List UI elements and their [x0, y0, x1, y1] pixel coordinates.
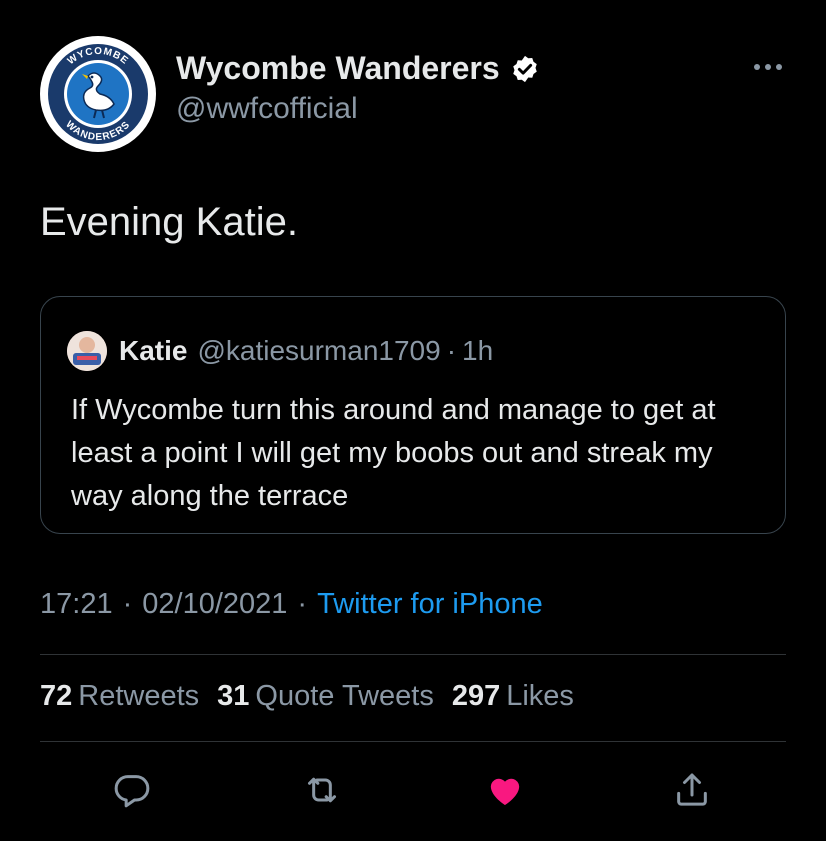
author-avatar[interactable]: WYCOMBE WANDERERS	[40, 36, 156, 152]
quoted-author-name[interactable]: Katie	[119, 335, 187, 367]
quote-tweets-stat[interactable]: 31 Quote Tweets	[217, 680, 434, 713]
quoted-avatar-image	[67, 331, 107, 371]
quoted-author-avatar[interactable]	[67, 331, 107, 371]
tweet-text: Evening Katie.	[40, 200, 298, 244]
meta-separator: ·	[122, 588, 133, 620]
likes-stat[interactable]: 297 Likes	[452, 680, 574, 713]
quoted-tweet-header: Katie @katiesurman1709 · 1h	[67, 331, 493, 371]
likes-count: 297	[451, 680, 501, 712]
author-name[interactable]: Wycombe Wanderers	[176, 50, 500, 87]
quote-tweets-label: Quote Tweets	[255, 680, 434, 712]
reply-icon[interactable]	[112, 770, 152, 810]
quoted-tweet-text: If Wycombe turn this around and manage t…	[71, 394, 716, 512]
tweet-stats: 72 Retweets 31 Quote Tweets 297 Likes	[40, 680, 592, 713]
divider	[40, 654, 786, 655]
like-icon[interactable]	[485, 770, 525, 810]
retweets-stat[interactable]: 72 Retweets	[40, 680, 199, 713]
retweets-count: 72	[40, 680, 73, 712]
author-name-row[interactable]: Wycombe Wanderers	[176, 50, 540, 87]
meta-separator: ·	[297, 588, 308, 620]
retweets-label: Retweets	[78, 680, 200, 712]
club-crest-logo: WYCOMBE WANDERERS	[42, 38, 154, 150]
quoted-tweet-card[interactable]: Katie @katiesurman1709 · 1h If Wycombe t…	[40, 296, 786, 534]
quoted-timestamp[interactable]: 1h	[462, 335, 493, 367]
likes-label: Likes	[506, 680, 574, 712]
retweet-icon[interactable]	[302, 770, 342, 810]
quoted-separator: ·	[446, 335, 457, 366]
tweet-meta: 17:21 · 02/10/2021 · Twitter for iPhone	[40, 588, 543, 621]
divider	[40, 741, 786, 742]
tweet-time[interactable]: 17:21	[40, 588, 113, 621]
tweet-source-link[interactable]: Twitter for iPhone	[317, 588, 543, 621]
author-handle[interactable]: @wwfcofficial	[176, 92, 358, 126]
quoted-author-handle[interactable]: @katiesurman1709	[197, 335, 440, 367]
more-horizontal-icon[interactable]	[748, 52, 788, 82]
tweet-date[interactable]: 02/10/2021	[142, 588, 287, 621]
share-icon[interactable]	[672, 770, 712, 810]
verified-badge-icon	[512, 55, 537, 82]
quote-tweets-count: 31	[217, 680, 250, 712]
